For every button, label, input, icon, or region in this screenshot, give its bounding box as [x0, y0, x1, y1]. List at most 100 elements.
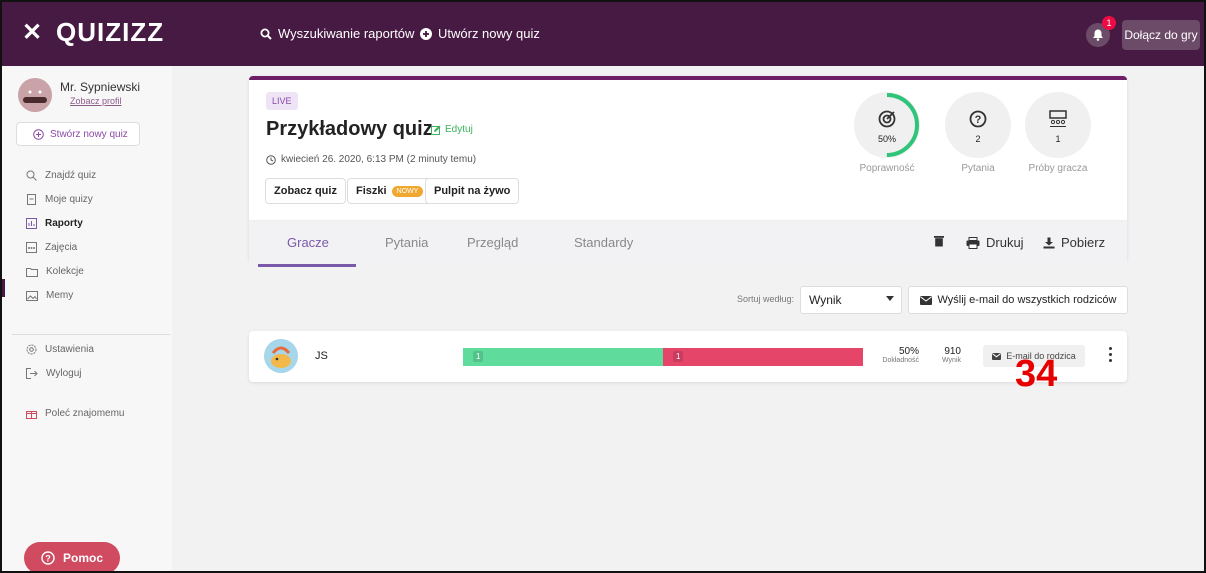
sidebar-item-my-quizzes[interactable]: Moje quizy: [26, 194, 93, 205]
accuracy-block: 50% Dokładność: [864, 346, 919, 364]
player-avatar: [264, 339, 298, 373]
player-score: 910: [944, 346, 961, 357]
email-all-label: Wyślij e-mail do wszystkich rodziców: [937, 294, 1117, 306]
sidebar-item-collections[interactable]: Kolekcje: [26, 266, 84, 277]
download-button[interactable]: Pobierz: [1043, 235, 1105, 250]
top-bar: ✕ QUIZIZZ Wyszukiwanie raportów Utwórz n…: [2, 2, 1204, 66]
sidebar-item-label: Zajęcia: [45, 242, 78, 253]
help-button[interactable]: ? Pomoc: [24, 542, 120, 571]
live-badge: LIVE: [266, 92, 298, 110]
chevron-down-icon: [886, 296, 894, 301]
annotation-number: 34: [1015, 353, 1058, 395]
sidebar-item-settings[interactable]: Ustawienia: [26, 344, 94, 355]
report-card: LIVE Przykładowy quiz Edytuj kwiecień 26…: [249, 76, 1127, 267]
correct-count: 1: [473, 351, 484, 362]
clock-icon: [266, 154, 276, 165]
question-icon: ?: [969, 110, 987, 128]
notification-badge: 1: [1102, 16, 1116, 30]
create-quiz-link[interactable]: Utwórz nowy quiz: [420, 26, 540, 41]
sidebar-item-reports[interactable]: Raporty: [26, 218, 83, 229]
incorrect-bar: 1: [663, 348, 863, 366]
player-row[interactable]: JS 1 1 50% Dokładność 910 Wynik E-mail d…: [249, 331, 1127, 382]
gear-icon: [26, 344, 37, 355]
sidebar-item-logout[interactable]: Wyloguj: [26, 368, 81, 379]
score-block: 910 Wynik: [929, 346, 961, 364]
chart-icon: [26, 218, 37, 229]
edit-label: Edytuj: [445, 124, 473, 135]
questions-stat: ? 2: [945, 92, 1011, 158]
create-quiz-label: Utwórz nowy quiz: [438, 26, 540, 41]
image-icon: [26, 290, 38, 301]
class-icon: [1049, 110, 1067, 127]
sidebar-item-refer-friend[interactable]: Poleć znajomemu: [26, 408, 124, 419]
avatar[interactable]: [18, 78, 52, 112]
sidebar: Mr. Sypniewski Zobacz profil Stwórz nowy…: [2, 66, 172, 571]
accuracy-value: 50%: [877, 134, 896, 144]
plus-circle-icon: [420, 27, 432, 40]
edit-icon: [431, 125, 441, 135]
live-dashboard-button[interactable]: Pulpit na żywo: [425, 178, 520, 204]
quiz-title: Przykładowy quiz: [266, 118, 433, 140]
sidebar-item-label: Kolekcje: [46, 266, 84, 277]
quiz-date: kwiecień 26. 2020, 6:13 PM (2 minuty tem…: [266, 154, 476, 165]
print-label: Drukuj: [986, 235, 1024, 250]
sidebar-item-label: Moje quizy: [45, 194, 93, 205]
attempts-stat: 1: [1025, 92, 1091, 158]
tab-standards[interactable]: Standardy: [574, 235, 633, 250]
new-badge: NOWY: [391, 185, 424, 197]
sidebar-item-classes[interactable]: Zajęcia: [26, 242, 77, 253]
search-icon: [260, 28, 272, 40]
tab-overview[interactable]: Przegląd: [467, 235, 518, 250]
create-quiz-button[interactable]: Stwórz nowy quiz: [16, 122, 140, 146]
printer-icon: [966, 236, 980, 249]
download-label: Pobierz: [1061, 235, 1106, 250]
correct-bar: 1: [463, 348, 663, 366]
date-text: kwiecień 26. 2020, 6:13 PM (2 minuty tem…: [281, 154, 477, 165]
sidebar-item-label: Ustawienia: [45, 344, 94, 355]
player-accuracy-label: Dokładność: [882, 357, 919, 364]
sidebar-item-find-quiz[interactable]: Znajdź quiz: [26, 170, 96, 181]
class-icon: [26, 242, 37, 253]
accuracy-stat: 50%: [854, 92, 920, 158]
tab-players[interactable]: Gracze: [287, 235, 329, 250]
user-name: Mr. Sypniewski: [60, 80, 141, 94]
search-icon: [26, 170, 37, 181]
flashcards-button[interactable]: Fiszki NOWY: [347, 178, 433, 204]
plus-circle-icon: [33, 128, 44, 140]
app-frame: ✕ QUIZIZZ Wyszukiwanie raportów Utwórz n…: [0, 0, 1206, 573]
view-quiz-button[interactable]: Zobacz quiz: [265, 178, 346, 204]
view-profile-link[interactable]: Zobacz profil: [70, 96, 122, 106]
email-all-parents-button[interactable]: Wyślij e-mail do wszystkich rodziców: [908, 286, 1128, 314]
document-icon: [27, 194, 36, 205]
edit-link[interactable]: Edytuj: [431, 124, 473, 135]
close-icon[interactable]: ✕: [22, 18, 42, 47]
more-options-icon[interactable]: [1109, 347, 1113, 365]
search-reports-label: Wyszukiwanie raportów: [278, 26, 415, 41]
join-game-button[interactable]: Dołącz do gry: [1122, 20, 1200, 50]
logout-icon: [26, 368, 38, 379]
sidebar-item-label: Wyloguj: [46, 368, 82, 379]
sidebar-item-label: Poleć znajomemu: [45, 408, 125, 419]
download-icon: [1043, 237, 1055, 248]
target-icon: [878, 110, 896, 128]
tab-questions[interactable]: Pytania: [385, 235, 428, 250]
svg-text:?: ?: [45, 554, 51, 564]
report-tabs: Gracze Pytania Przegląd Standardy Drukuj…: [249, 220, 1127, 267]
questions-value: 2: [975, 134, 981, 144]
active-tab-underline: [258, 264, 356, 267]
print-button[interactable]: Drukuj: [966, 235, 1024, 250]
questions-label: Pytania: [961, 163, 995, 174]
delete-button[interactable]: [934, 235, 944, 247]
attempts-label: Próby gracza: [1028, 163, 1088, 174]
search-reports-link[interactable]: Wyszukiwanie raportów: [260, 26, 414, 41]
flashcards-label: Fiszki: [356, 185, 387, 197]
player-name: JS: [315, 350, 328, 362]
sort-label: Sortuj według:: [737, 294, 795, 304]
question-icon: ?: [41, 551, 55, 565]
envelope-icon: [992, 352, 1002, 360]
sidebar-item-memes[interactable]: Memy: [26, 290, 73, 301]
help-label: Pomoc: [62, 551, 103, 565]
sidebar-item-label: Memy: [46, 290, 74, 301]
sidebar-item-label: Znajdź quiz: [45, 170, 97, 181]
player-accuracy: 50%: [898, 346, 919, 357]
